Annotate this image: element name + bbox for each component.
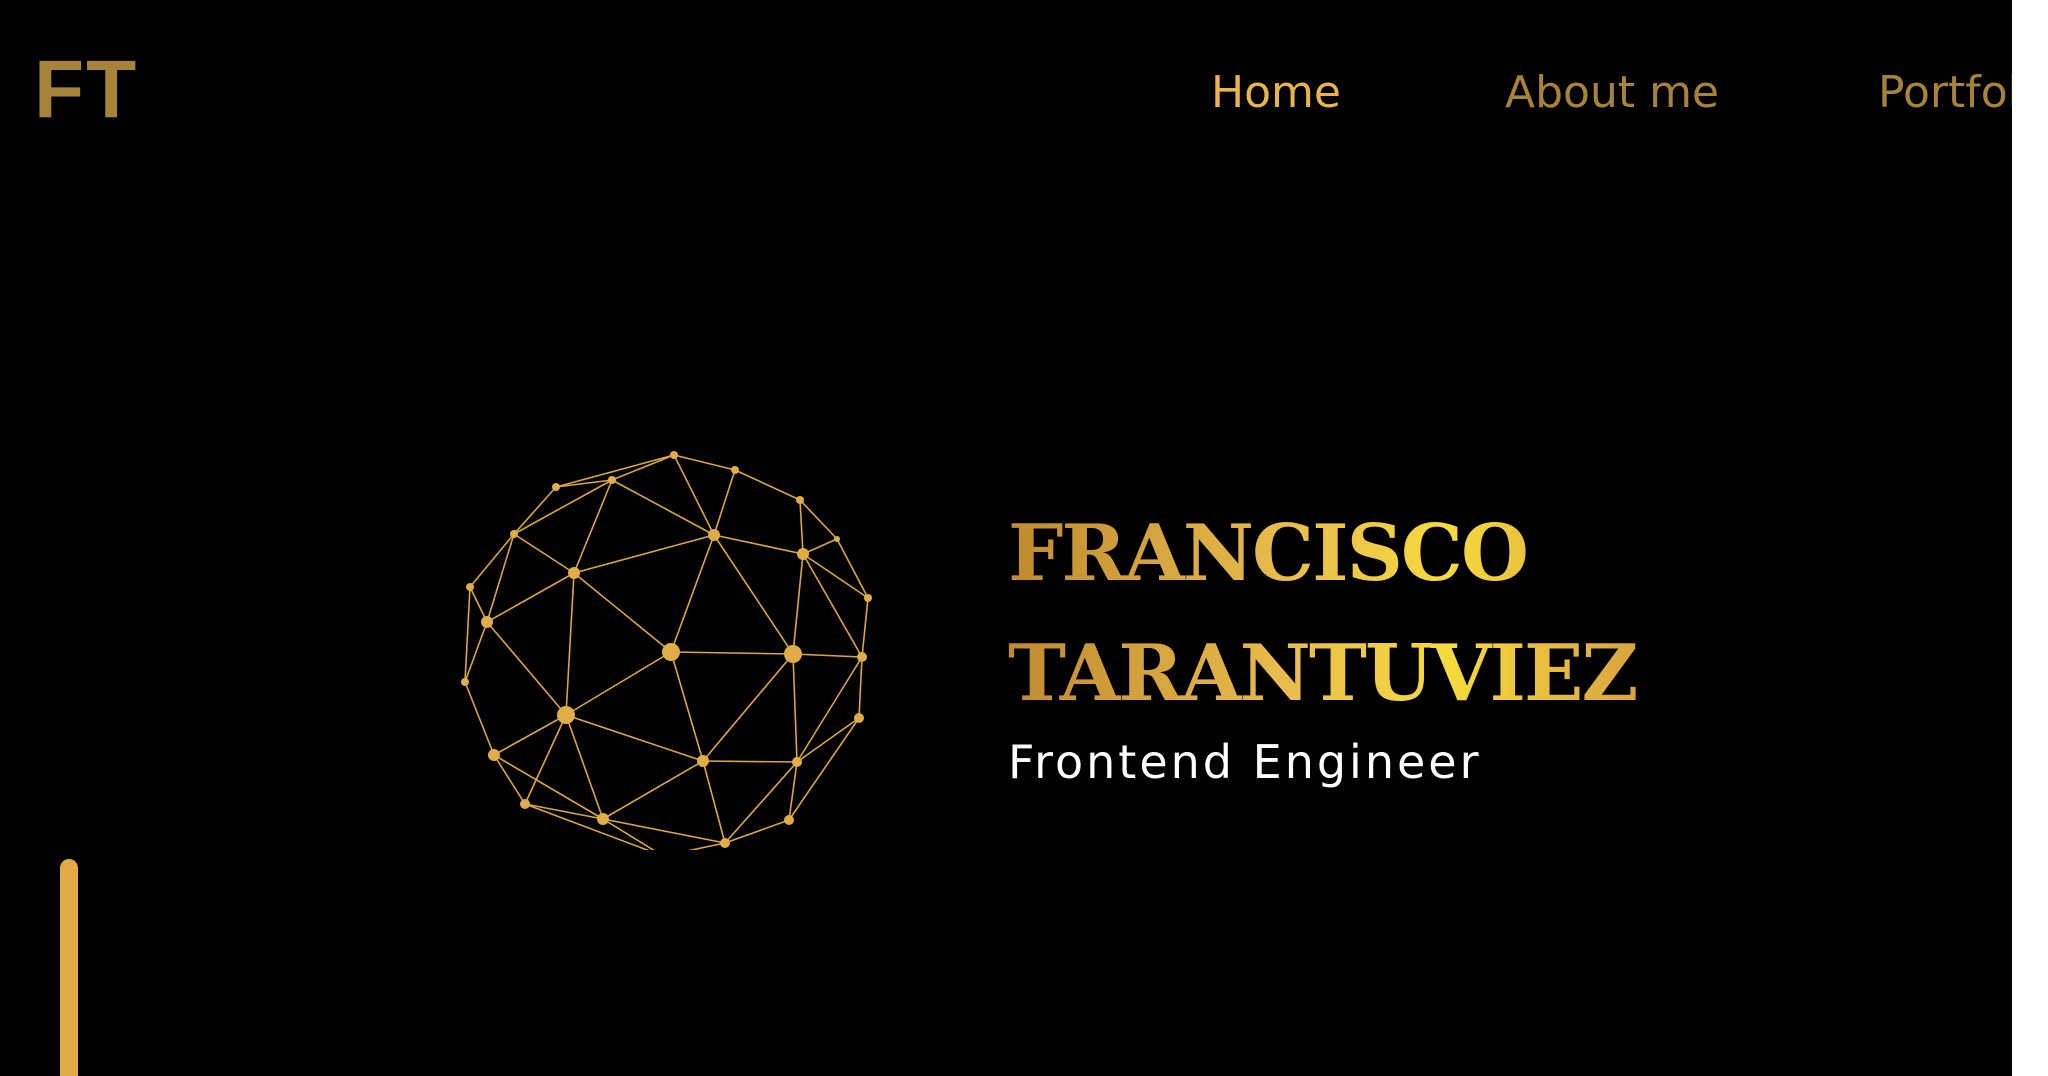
globe-node xyxy=(552,483,560,491)
globe-link xyxy=(713,534,794,655)
globe-node xyxy=(662,643,680,661)
globe-node xyxy=(797,548,809,560)
window-edge xyxy=(2012,0,2048,1076)
globe-link xyxy=(611,454,675,481)
globe-link xyxy=(799,499,838,540)
globe-node xyxy=(461,678,469,686)
globe-link xyxy=(796,717,860,763)
globe-link xyxy=(565,714,604,820)
globe-link xyxy=(493,754,526,805)
globe-node xyxy=(670,451,678,459)
globe-node xyxy=(520,799,530,809)
globe-node xyxy=(557,706,575,724)
globe-link xyxy=(796,656,863,763)
globe-link xyxy=(836,538,869,599)
globe-link xyxy=(687,842,726,850)
globe-node xyxy=(731,466,739,474)
globe-link xyxy=(861,597,869,658)
globe-node xyxy=(864,594,872,602)
globe-link xyxy=(792,653,798,763)
globe-link xyxy=(486,621,567,716)
globe-link xyxy=(673,454,736,471)
globe-link xyxy=(670,534,715,653)
globe-link xyxy=(670,651,794,655)
globe-link xyxy=(555,479,613,488)
globe-node xyxy=(720,838,730,848)
globe-link xyxy=(565,572,575,716)
globe-link xyxy=(565,651,672,716)
globe-node xyxy=(796,496,804,504)
globe-node xyxy=(568,567,580,579)
globe-node xyxy=(608,476,616,484)
hero-role: Frontend Engineer xyxy=(1008,735,1482,789)
globe-link xyxy=(573,572,672,653)
globe-node xyxy=(854,713,864,723)
nav-link-portfolio[interactable]: Portfolio xyxy=(1878,58,2012,128)
globe-link xyxy=(858,656,863,719)
globe-link xyxy=(469,533,515,588)
globe-link xyxy=(513,479,613,535)
page: FT Home About me Portfolio FRANCISCO TAR… xyxy=(0,0,2012,1076)
globe-node xyxy=(708,529,720,541)
globe-link xyxy=(802,553,869,599)
globe-node xyxy=(857,652,867,662)
globe-node xyxy=(510,530,518,538)
globe-link xyxy=(602,760,704,820)
globe-link xyxy=(702,653,794,762)
hero-name-first: FRANCISCO xyxy=(1008,508,1527,599)
globe-link xyxy=(713,534,804,555)
globe-link xyxy=(734,469,801,501)
globe-link xyxy=(493,754,604,820)
globe-node xyxy=(834,536,840,542)
scroll-indicator-bar xyxy=(60,859,78,1076)
globe-node xyxy=(784,815,794,825)
globe-node xyxy=(481,616,493,628)
globe-link xyxy=(573,534,715,574)
globe-link xyxy=(573,479,613,574)
globe-link xyxy=(702,760,798,763)
globe-node xyxy=(488,749,500,761)
globe-link xyxy=(611,479,715,536)
globe-node xyxy=(597,813,609,825)
globe-link xyxy=(464,586,471,683)
globe-link xyxy=(565,714,704,762)
globe-node xyxy=(792,757,802,767)
globe-link xyxy=(524,714,567,805)
globe-link xyxy=(493,714,567,756)
globe-link xyxy=(513,486,557,535)
globe-node xyxy=(466,583,474,591)
globe-link xyxy=(799,499,804,555)
main-nav: Home About me Portfolio xyxy=(0,58,2012,128)
globe-link xyxy=(713,469,736,536)
globe-link xyxy=(513,533,575,574)
globe-link xyxy=(792,553,804,655)
hero-name-last: TARANTUVIEZ xyxy=(1008,628,1637,719)
nav-link-about-me[interactable]: About me xyxy=(1505,58,1719,128)
globe-link xyxy=(788,717,860,821)
globe-link xyxy=(464,681,495,756)
globe-link xyxy=(702,760,726,844)
globe-link xyxy=(673,454,715,536)
hero-name: FRANCISCO TARANTUVIEZ xyxy=(1008,494,1636,734)
nav-link-home[interactable]: Home xyxy=(1211,58,1341,128)
globe-node xyxy=(697,755,709,767)
globe-node xyxy=(784,645,802,663)
globe-link xyxy=(670,651,704,762)
network-globe-graphic xyxy=(461,451,872,850)
globe-link xyxy=(792,653,863,658)
